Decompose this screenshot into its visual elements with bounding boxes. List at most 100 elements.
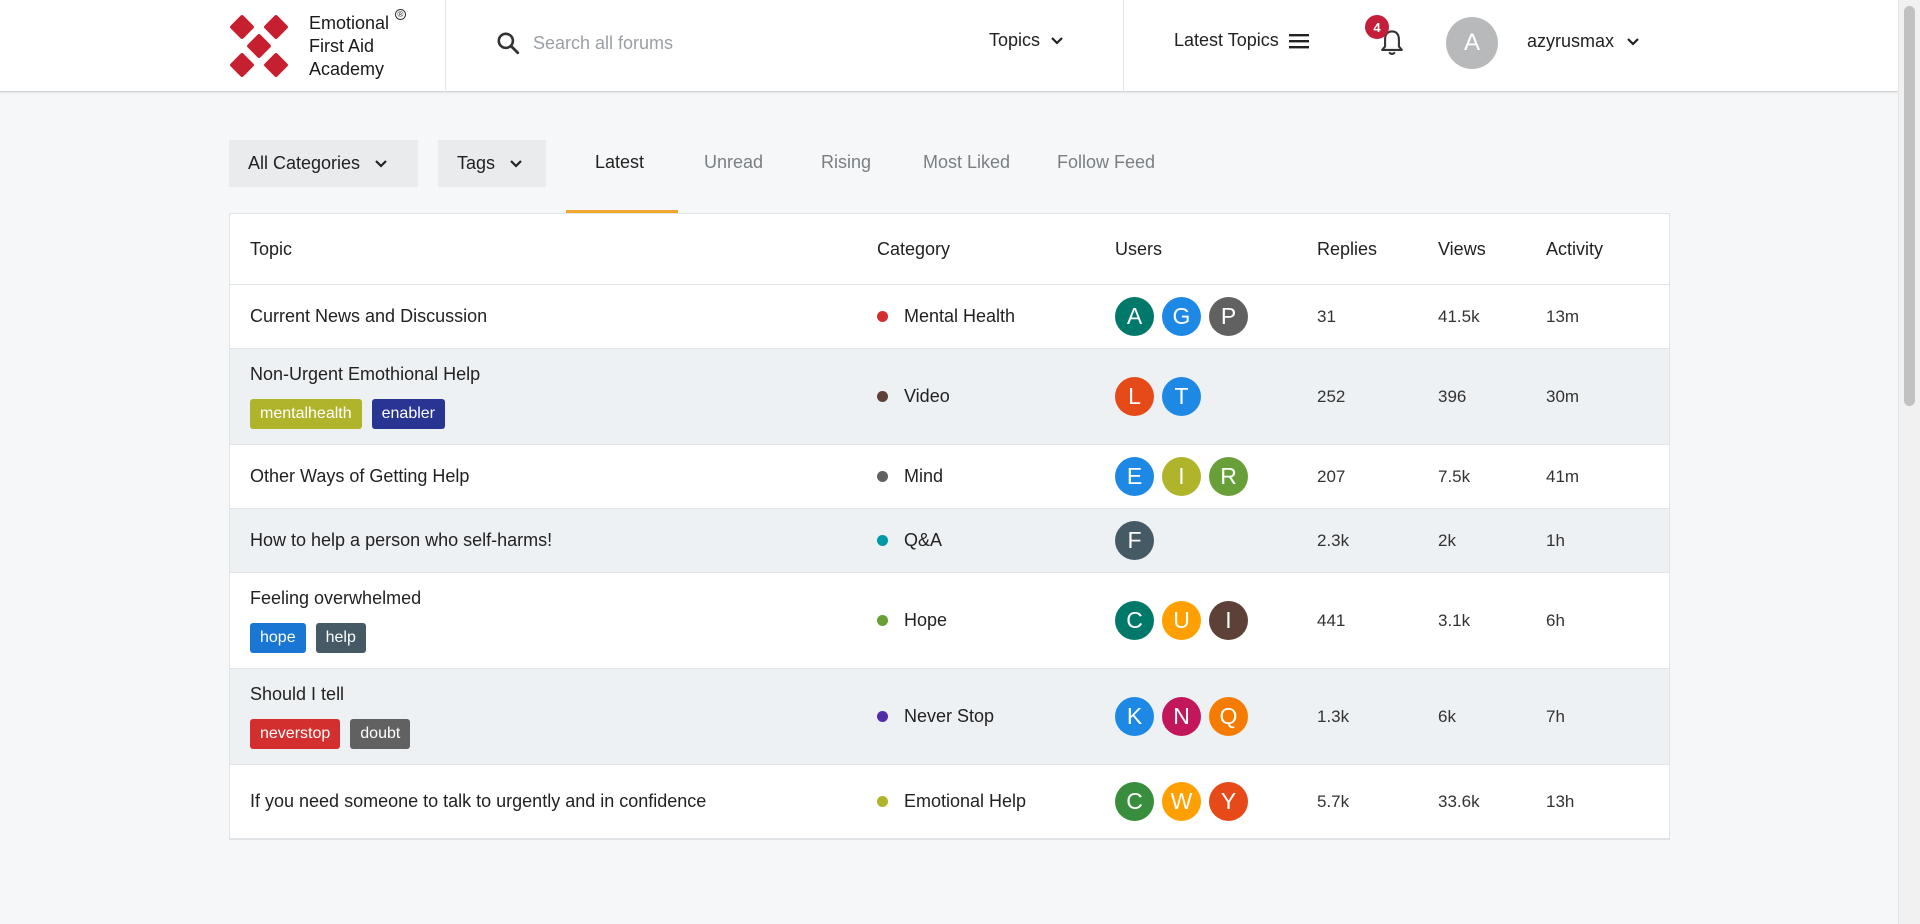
- poster-avatar[interactable]: W: [1162, 782, 1201, 821]
- topic-title-link[interactable]: Other Ways of Getting Help: [250, 466, 877, 487]
- brand-name: Emotional First Aid Academy ®: [309, 8, 406, 81]
- search-icon: [497, 32, 520, 55]
- category-color-dot: [877, 615, 888, 626]
- poster-avatar[interactable]: C: [1115, 782, 1154, 821]
- poster-avatar[interactable]: L: [1115, 377, 1154, 416]
- category-color-dot: [877, 535, 888, 546]
- poster-avatar[interactable]: C: [1115, 601, 1154, 640]
- topic-tag[interactable]: mentalhealth: [250, 399, 362, 429]
- poster-avatar[interactable]: Y: [1209, 782, 1248, 821]
- topic-title-link[interactable]: Current News and Discussion: [250, 306, 877, 327]
- brand-line-1: Emotional: [309, 12, 390, 33]
- poster-avatar[interactable]: K: [1115, 697, 1154, 736]
- topic-title-link[interactable]: Feeling overwhelmed: [250, 588, 877, 609]
- activity-time[interactable]: 13m: [1546, 307, 1666, 327]
- tab-follow-feed[interactable]: Follow Feed: [1057, 140, 1155, 213]
- brand-logo[interactable]: Emotional First Aid Academy ®: [229, 8, 445, 82]
- latest-topics-menu[interactable]: Latest Topics: [1174, 30, 1309, 51]
- poster-avatar[interactable]: F: [1115, 521, 1154, 560]
- user-menu[interactable]: azyrusmax: [1527, 31, 1640, 52]
- activity-time[interactable]: 1h: [1546, 531, 1666, 551]
- poster-avatar[interactable]: G: [1162, 297, 1201, 336]
- tab-unread[interactable]: Unread: [704, 140, 763, 213]
- table-row[interactable]: Current News and Discussion Mental Healt…: [230, 285, 1669, 349]
- category-cell: Never Stop: [877, 706, 1115, 727]
- users-cell: CWY: [1115, 782, 1317, 821]
- activity-time[interactable]: 30m: [1546, 387, 1666, 407]
- activity-time[interactable]: 7h: [1546, 707, 1666, 727]
- category-link[interactable]: Hope: [877, 610, 1115, 631]
- column-header-activity[interactable]: Activity: [1546, 239, 1666, 260]
- topic-title-link[interactable]: Should I tell: [250, 684, 877, 705]
- poster-avatars: AGP: [1115, 297, 1317, 336]
- activity-time[interactable]: 6h: [1546, 611, 1666, 631]
- poster-avatar[interactable]: T: [1162, 377, 1201, 416]
- search-input[interactable]: [533, 32, 873, 54]
- topic-rows: Current News and Discussion Mental Healt…: [230, 285, 1669, 839]
- chevron-down-icon: [510, 159, 522, 168]
- poster-avatar[interactable]: A: [1115, 297, 1154, 336]
- activity-time[interactable]: 13h: [1546, 792, 1666, 812]
- category-link[interactable]: Mental Health: [877, 306, 1115, 327]
- topic-title-link[interactable]: Non-Urgent Emothional Help: [250, 364, 877, 385]
- table-row[interactable]: Feeling overwhelmed hope help Hope CUI 44…: [230, 573, 1669, 669]
- tab-latest[interactable]: Latest: [595, 140, 644, 213]
- column-header-views[interactable]: Views: [1438, 239, 1546, 260]
- category-link[interactable]: Q&A: [877, 530, 1115, 551]
- replies-count: 441: [1317, 610, 1346, 630]
- poster-avatar[interactable]: E: [1115, 457, 1154, 496]
- poster-avatar[interactable]: Q: [1209, 697, 1248, 736]
- category-link[interactable]: Emotional Help: [877, 791, 1115, 812]
- tab-most-liked[interactable]: Most Liked: [923, 140, 1010, 213]
- column-header-users: Users: [1115, 238, 1163, 259]
- scrollbar-thumb[interactable]: [1904, 6, 1915, 406]
- topic-tag[interactable]: help: [315, 623, 366, 653]
- views-count: 2k: [1438, 530, 1456, 550]
- category-link[interactable]: Mind: [877, 466, 1115, 487]
- table-row[interactable]: Should I tell neverstop doubt Never Stop …: [230, 669, 1669, 765]
- category-link[interactable]: Never Stop: [877, 706, 1115, 727]
- category-name: Video: [904, 386, 950, 406]
- poster-avatar[interactable]: I: [1209, 601, 1248, 640]
- topic-tag[interactable]: enabler: [371, 399, 445, 429]
- notification-count-badge[interactable]: 4: [1365, 15, 1389, 39]
- table-row[interactable]: Other Ways of Getting Help Mind EIR 207 …: [230, 445, 1669, 509]
- users-cell: F: [1115, 521, 1317, 560]
- table-row[interactable]: Non-Urgent Emothional Help mentalhealth e…: [230, 349, 1669, 445]
- poster-avatar[interactable]: R: [1209, 457, 1248, 496]
- poster-avatar[interactable]: P: [1209, 297, 1248, 336]
- category-cell: Hope: [877, 610, 1115, 631]
- header-divider: [1123, 0, 1124, 92]
- page-scrollbar[interactable]: [1898, 0, 1920, 924]
- header-divider: [445, 0, 446, 92]
- table-row[interactable]: How to help a person who self-harms! Q&A…: [230, 509, 1669, 573]
- categories-filter-label: All Categories: [248, 153, 361, 173]
- tab-rising[interactable]: Rising: [821, 140, 871, 213]
- category-link[interactable]: Video: [877, 386, 1115, 407]
- topic-tag[interactable]: hope: [250, 623, 306, 653]
- topic-tag[interactable]: doubt: [350, 719, 411, 749]
- poster-avatar[interactable]: I: [1162, 457, 1201, 496]
- username-label: azyrusmax: [1527, 31, 1615, 51]
- table-header: Topic Category Users Replies Views Activ…: [230, 214, 1669, 285]
- topics-dropdown[interactable]: Topics: [989, 30, 1064, 51]
- views-count: 41.5k: [1438, 306, 1480, 326]
- table-row[interactable]: If you need someone to talk to urgently …: [230, 765, 1669, 839]
- column-header-topic[interactable]: Topic: [230, 239, 877, 260]
- category-name: Never Stop: [904, 706, 995, 726]
- all-categories-dropdown[interactable]: All Categories: [229, 140, 418, 187]
- poster-avatar[interactable]: N: [1162, 697, 1201, 736]
- topic-cell: If you need someone to talk to urgently …: [230, 791, 877, 812]
- column-header-category[interactable]: Category: [877, 239, 1115, 260]
- topic-tag[interactable]: neverstop: [250, 719, 341, 749]
- activity-time[interactable]: 41m: [1546, 467, 1666, 487]
- tags-dropdown[interactable]: Tags: [438, 140, 546, 187]
- search-box[interactable]: [495, 27, 915, 59]
- column-header-replies[interactable]: Replies: [1317, 239, 1438, 260]
- topic-title-link[interactable]: If you need someone to talk to urgently …: [250, 791, 877, 812]
- topic-title-link[interactable]: How to help a person who self-harms!: [250, 530, 877, 551]
- users-cell: EIR: [1115, 457, 1317, 496]
- poster-avatar[interactable]: U: [1162, 601, 1201, 640]
- category-name: Mental Health: [904, 306, 1016, 326]
- user-avatar[interactable]: A: [1446, 17, 1498, 69]
